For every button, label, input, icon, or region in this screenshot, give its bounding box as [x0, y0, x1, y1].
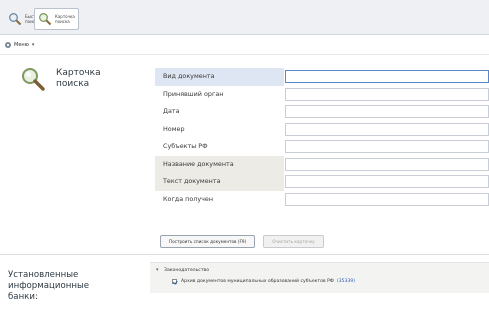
section-divider [0, 254, 489, 255]
number-input[interactable] [285, 122, 489, 136]
banks-tree: ▾ Законодательство Архив документов муни… [150, 262, 489, 293]
doc-title-input[interactable] [285, 157, 489, 171]
menu-label: Меню [14, 42, 29, 48]
tree-group-label: Законодательство [164, 267, 210, 273]
issuing-body-input[interactable] [285, 87, 489, 101]
toolbar: Быстрый поиск Карточка поиска [0, 0, 489, 35]
build-list-button[interactable]: Построить список документов (F9) [160, 235, 256, 248]
field-label: Название документа [155, 155, 284, 173]
field-row-subjects: Субъекты РФ [155, 138, 489, 156]
bank-checkbox[interactable] [172, 279, 177, 284]
field-label: Субъекты РФ [163, 142, 208, 150]
menu-button[interactable]: Меню ▾ [4, 39, 34, 51]
date-input[interactable] [285, 105, 489, 118]
field-row-doc-type: Вид документа [155, 68, 489, 86]
field-label: Дата [163, 107, 180, 115]
collapse-toggle-icon[interactable]: ▾ [156, 267, 162, 273]
chevron-down-icon: ▾ [31, 42, 35, 48]
field-row-doc-title: Название документа [155, 155, 489, 173]
field-label: Когда получен [163, 194, 214, 203]
field-row-issuing-body: Принявший орган [155, 86, 489, 104]
search-card-heading: Карточка поиска [20, 66, 101, 92]
search-card-big-icon [22, 68, 45, 91]
search-actions: Построить список документов (F9) Очистит… [160, 235, 324, 248]
search-fields: Вид документа Принявший орган Дата Номер… [155, 68, 489, 208]
field-row-date: Дата [155, 103, 489, 121]
field-row-received: Когда получен [155, 191, 489, 209]
search-card-icon [39, 13, 52, 26]
menu-gear-icon [5, 42, 11, 48]
field-label: Номер [163, 124, 185, 133]
field-label: Принявший орган [163, 89, 224, 98]
search-card-label: Карточка поиска [55, 14, 75, 24]
tree-item-municipal-archive[interactable]: Архив документов муниципальных образован… [172, 279, 355, 284]
tree-group-legislation[interactable]: ▾ Законодательство [156, 267, 209, 273]
received-input[interactable] [285, 192, 489, 206]
field-label: Вид документа [155, 68, 284, 86]
doc-text-input[interactable] [285, 175, 489, 188]
magnifier-icon [9, 13, 22, 26]
search-card-button[interactable]: Карточка поиска [34, 8, 79, 30]
field-row-number: Номер [155, 121, 489, 139]
document-count: (35339) [336, 279, 356, 284]
doc-type-input[interactable] [285, 70, 489, 83]
field-row-doc-text: Текст документа [155, 173, 489, 191]
field-label: Текст документа [155, 173, 284, 191]
tree-item-label: Архив документов муниципальных образован… [181, 279, 334, 284]
subjects-input[interactable] [285, 140, 489, 153]
installed-banks-title: Установленные информационные банки: [8, 270, 90, 302]
page-title: Карточка поиска [56, 68, 101, 89]
menu-bar: Меню ▾ [0, 36, 489, 55]
clear-card-button[interactable]: Очистить карточку [263, 235, 324, 248]
